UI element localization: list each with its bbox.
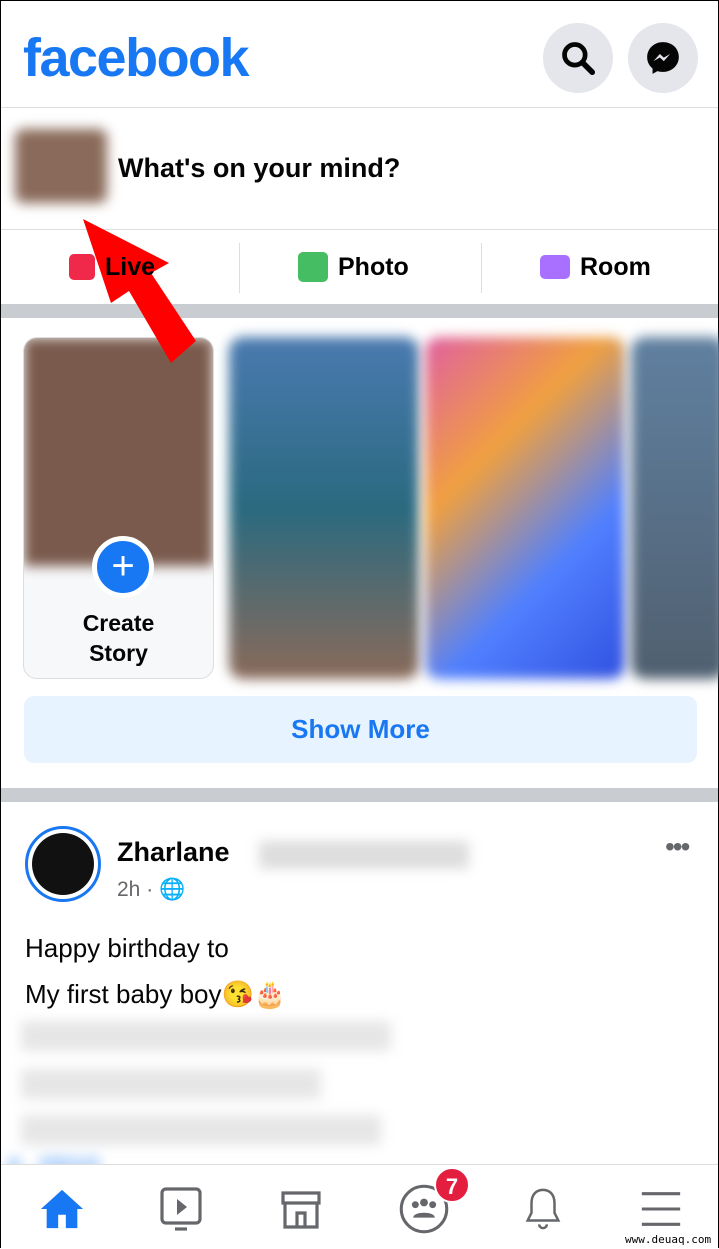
- author-name[interactable]: Zharlane: [117, 837, 230, 868]
- watch-icon: [160, 1187, 202, 1231]
- live-button[interactable]: Live: [69, 241, 155, 293]
- nav-menu[interactable]: [631, 1179, 691, 1239]
- nav-marketplace[interactable]: [271, 1179, 331, 1239]
- story-card[interactable]: [425, 337, 625, 679]
- story-card[interactable]: [229, 337, 419, 679]
- plus-icon: +: [92, 536, 154, 598]
- globe-icon: 🌐: [159, 878, 186, 901]
- nav-watch[interactable]: [151, 1179, 211, 1239]
- room-icon: [540, 255, 570, 279]
- room-button[interactable]: Room: [540, 241, 651, 293]
- messenger-icon: [647, 42, 679, 74]
- live-video-icon: [69, 254, 95, 280]
- post-time: 2h · 🌐: [117, 878, 186, 901]
- more-options-icon[interactable]: •••: [665, 831, 690, 863]
- nav-notifications[interactable]: [513, 1179, 573, 1239]
- messenger-button[interactable]: [628, 23, 698, 93]
- post-text-line: Happy birthday to: [25, 933, 229, 963]
- menu-icon: [641, 1192, 681, 1226]
- author-avatar[interactable]: [25, 826, 101, 902]
- facebook-logo[interactable]: facebook: [23, 27, 250, 89]
- home-icon: [40, 1189, 84, 1229]
- watermark: www.deuaq.com: [625, 1233, 712, 1246]
- photo-button[interactable]: Photo: [298, 241, 409, 293]
- show-more-button[interactable]: Show More: [24, 696, 697, 763]
- create-story-card[interactable]: + Create Story: [23, 337, 214, 679]
- post-text-line: My first baby boy😘🎂: [25, 979, 287, 1009]
- search-icon: [562, 42, 596, 76]
- nav-groups[interactable]: 7: [394, 1167, 470, 1239]
- nav-home[interactable]: [32, 1179, 92, 1239]
- search-button[interactable]: [543, 23, 613, 93]
- composer-input[interactable]: What's on your mind?: [118, 153, 400, 184]
- story-card[interactable]: [631, 337, 719, 679]
- marketplace-icon: [281, 1191, 321, 1229]
- photo-icon: [298, 252, 328, 282]
- groups-badge: 7: [434, 1167, 470, 1203]
- bell-icon: [525, 1188, 561, 1230]
